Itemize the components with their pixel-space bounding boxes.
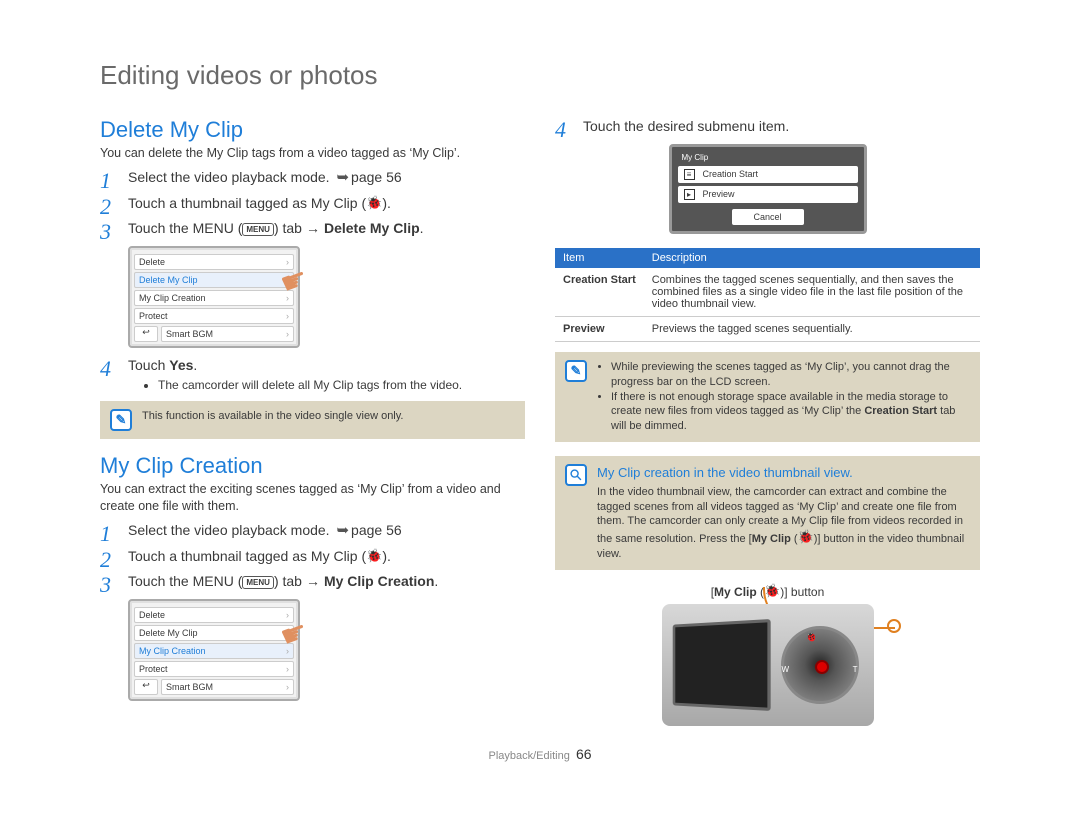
info-note-single-view: ✎ This function is available in the vide…: [100, 401, 525, 439]
table-row: Preview Previews the tagged scenes seque…: [555, 316, 980, 341]
menu-chip-icon: MENU: [242, 576, 274, 589]
page-footer: Playback/Editing 66: [100, 746, 980, 762]
camcorder-callout: [My Clip (🐞)] button 🐞 WT: [555, 584, 980, 726]
myclip-dialog: My Clip Creation Start Preview Cancel: [669, 144, 867, 234]
myclip-icon: 🐞: [366, 195, 382, 210]
table-row: Creation Start Combines the tagged scene…: [555, 268, 980, 317]
play-icon: [684, 189, 695, 200]
step-4-note: The camcorder will delete all My Clip ta…: [158, 377, 525, 393]
info-note-thumbnail-view: My Clip creation in the video thumbnail …: [555, 456, 980, 570]
menu-chip-icon: MENU: [242, 223, 274, 236]
dialog-cancel[interactable]: Cancel: [732, 209, 804, 225]
pageref: page 56: [336, 521, 401, 541]
info-title: My Clip creation in the video thumbnail …: [597, 464, 970, 482]
magnifier-icon: [565, 464, 587, 486]
menu-item-delete[interactable]: Delete›: [134, 607, 294, 623]
heading-my-clip-creation: My Clip Creation: [100, 453, 525, 479]
page-title: Editing videos or photos: [100, 60, 980, 91]
camcorder-dial: 🐞 WT: [781, 626, 859, 704]
dialog-preview[interactable]: Preview: [678, 186, 858, 203]
left-column: Delete My Clip You can delete the My Cli…: [100, 111, 525, 732]
lcd-menu-delete: Delete› Delete My Clip› My Clip Creation…: [128, 246, 300, 348]
step-1b: Select the video playback mode. page 56: [100, 521, 525, 541]
myclip-icon: 🐞: [798, 529, 814, 544]
creation-icon: [684, 169, 695, 180]
info-icon: ✎: [110, 409, 132, 431]
dialog-title: My Clip: [682, 153, 858, 162]
info-icon: ✎: [565, 360, 587, 382]
menu-item-protect[interactable]: Protect›: [134, 661, 294, 677]
camcorder-illustration: 🐞 WT: [662, 604, 874, 726]
record-button[interactable]: [815, 660, 829, 674]
callout-label: [My Clip (🐞)] button: [555, 584, 980, 600]
step-3b: Touch the MENU (MENU) tab→My Clip Creati…: [100, 572, 525, 591]
dialog-creation-start[interactable]: Creation Start: [678, 166, 858, 183]
step-3: Touch the MENU (MENU) tab→Delete My Clip…: [100, 219, 525, 238]
note-bullet: While previewing the scenes tagged as ‘M…: [611, 360, 970, 390]
info-note-preview: ✎ While previewing the scenes tagged as …: [555, 352, 980, 442]
pageref: page 56: [336, 168, 401, 188]
note-bullet: If there is not enough storage space ava…: [611, 390, 970, 435]
menu-item-smart-bgm[interactable]: Smart BGM›: [161, 679, 294, 695]
menu-item-my-clip-creation[interactable]: My Clip Creation›: [134, 290, 294, 306]
myclip-icon: 🐞: [366, 548, 382, 563]
myclip-icon: 🐞: [764, 583, 780, 598]
intro-delete: You can delete the My Clip tags from a v…: [100, 145, 525, 162]
heading-delete-my-clip: Delete My Clip: [100, 117, 525, 143]
menu-item-my-clip-creation[interactable]: My Clip Creation›: [134, 643, 294, 659]
description-table: Item Description Creation Start Combines…: [555, 248, 980, 342]
back-button[interactable]: ↩: [134, 326, 158, 342]
right-column: Touch the desired submenu item. My Clip …: [555, 111, 980, 732]
back-button[interactable]: ↩: [134, 679, 158, 695]
menu-item-protect[interactable]: Protect›: [134, 308, 294, 324]
camcorder-screen: [672, 619, 770, 711]
menu-item-delete-my-clip[interactable]: Delete My Clip›: [134, 625, 294, 641]
step-1: Select the video playback mode. page 56: [100, 168, 525, 188]
step-4: Touch Yes. The camcorder will delete all…: [100, 356, 525, 393]
menu-item-delete[interactable]: Delete›: [134, 254, 294, 270]
th-item: Item: [555, 248, 644, 268]
step-4-right: Touch the desired submenu item.: [555, 117, 980, 136]
th-description: Description: [644, 248, 980, 268]
myclip-button[interactable]: 🐞: [805, 632, 817, 643]
lcd-menu-creation: Delete› Delete My Clip› My Clip Creation…: [128, 599, 300, 701]
intro-creation: You can extract the exciting scenes tagg…: [100, 481, 525, 515]
step-2: Touch a thumbnail tagged as My Clip (🐞).: [100, 194, 525, 213]
menu-item-smart-bgm[interactable]: Smart BGM›: [161, 326, 294, 342]
step-2b: Touch a thumbnail tagged as My Clip (🐞).: [100, 547, 525, 566]
menu-item-delete-my-clip[interactable]: Delete My Clip›: [134, 272, 294, 288]
